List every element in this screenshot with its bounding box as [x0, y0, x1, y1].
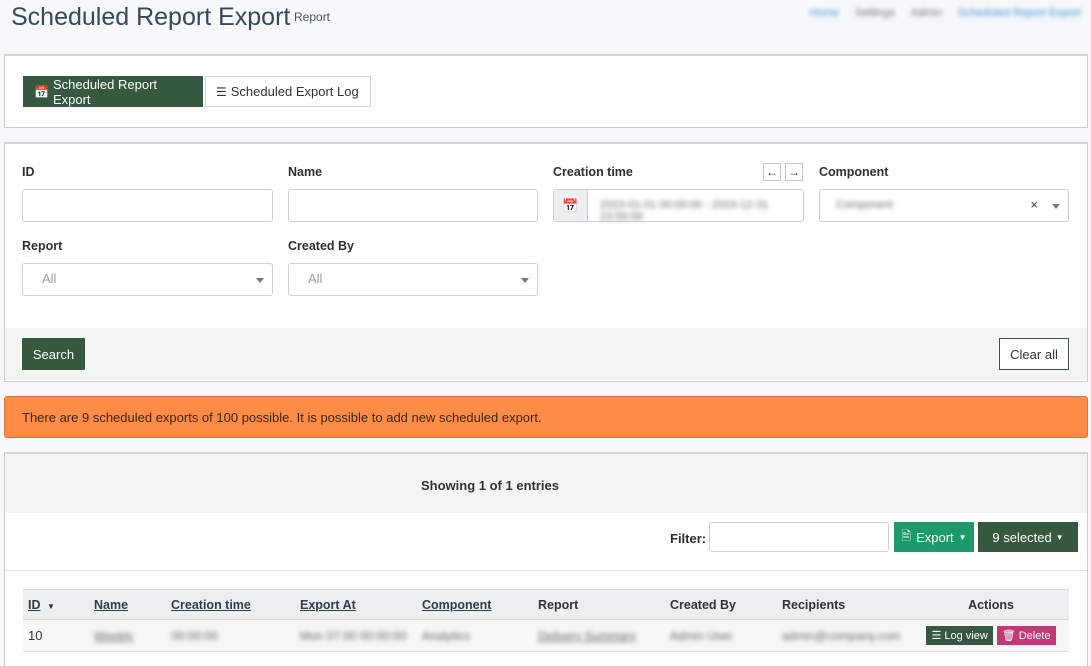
scheduled-exports-alert: There are 9 scheduled exports of 100 pos… [4, 396, 1088, 438]
arrow-left-icon[interactable]: ← [763, 163, 781, 181]
created-by-select[interactable]: All [288, 263, 538, 296]
tab-scheduled-export-log[interactable]: ☰ Scheduled Export Log [205, 76, 371, 107]
search-form-panel: ID Name Creation time 📅 2023-01-01 00:00… [4, 142, 1088, 382]
cell-report[interactable]: Delivery Summary [533, 619, 665, 652]
breadcrumb-item[interactable]: Admin [911, 7, 942, 19]
name-input[interactable] [288, 189, 538, 222]
list-icon: ☰ [931, 630, 942, 642]
report-select-value: All [42, 271, 57, 286]
results-panel: Showing 1 of 1 entries Filter: 🗎 Export … [4, 452, 1088, 666]
selected-columns-button[interactable]: 9 selected ▼ [978, 522, 1078, 552]
chevron-down-icon [256, 278, 264, 283]
filter-input[interactable] [709, 522, 889, 552]
created-by-label: Created By [288, 239, 354, 253]
column-header-creation-time[interactable]: Creation time [166, 589, 295, 620]
table-row: 10 Weekly 00:00:00 Mon 07:00 00:00:00 An… [23, 619, 1069, 652]
component-select[interactable]: Component × [819, 189, 1069, 222]
file-excel-icon: 🗎 [901, 528, 912, 543]
column-header-name[interactable]: Name [89, 589, 166, 620]
selected-label: 9 selected [992, 529, 1052, 545]
trash-icon: 🗑 [1001, 630, 1016, 642]
export-label: Export [916, 529, 954, 545]
component-label: Component [819, 165, 889, 179]
filter-label: Filter: [670, 531, 707, 546]
column-header-id[interactable]: ID ▼ [23, 589, 89, 620]
info-bar: Showing 1 of 1 entries [5, 454, 1087, 513]
component-value: Component [836, 199, 893, 211]
calendar-icon: 📅 [34, 84, 49, 99]
column-header-actions: Actions [913, 589, 1069, 620]
tab-scheduled-report-export[interactable]: 📅 Scheduled Report Export [23, 76, 203, 107]
clear-icon[interactable]: × [1030, 197, 1038, 212]
cell-recipients: admin@company.com [777, 619, 913, 652]
calendar-icon[interactable]: 📅 [554, 190, 588, 221]
tab-label: Scheduled Export Log [230, 84, 359, 99]
column-header-recipients: Recipients [777, 589, 913, 620]
search-button[interactable]: Search [22, 338, 85, 370]
scheduled-exports-table: ID ▼ Name Creation time Export At Compon… [23, 589, 1069, 652]
id-input[interactable] [22, 189, 273, 222]
cell-name[interactable]: Weekly [89, 619, 166, 652]
page-header: Scheduled Report Export Report Home Sett… [0, 0, 1091, 40]
breadcrumb-item[interactable]: Settings [855, 7, 895, 19]
report-select[interactable]: All [22, 263, 273, 296]
divider [5, 570, 1087, 571]
chevron-down-icon [521, 278, 529, 283]
caret-down-icon: ▼ [958, 532, 967, 542]
cell-creation-time: 00:00:00 [166, 619, 295, 652]
cell-id: 10 [23, 619, 89, 652]
cell-created-by: Admin User [665, 619, 777, 652]
id-label: ID [22, 165, 35, 179]
cell-component: Analytics [417, 619, 533, 652]
tab-label: Scheduled Report Export [52, 76, 158, 107]
sort-desc-icon: ▼ [46, 601, 55, 611]
log-view-button[interactable]: ☰ Log view [926, 626, 993, 645]
cell-export-at: Mon 07:00 00:00:00 [295, 619, 417, 652]
created-by-select-value: All [308, 271, 323, 286]
column-header-created-by: Created By [665, 589, 777, 620]
breadcrumb: Home Settings Admin Scheduled Report Exp… [810, 7, 1081, 19]
chevron-down-icon [1052, 204, 1060, 209]
entries-info: Showing 1 of 1 entries [421, 478, 559, 493]
page-subtitle: Report [294, 10, 331, 24]
column-header-report: Report [533, 589, 665, 620]
creation-time-input[interactable]: 📅 2023-01-01 00:00:00 - 2023-12-31 23:59… [553, 189, 804, 223]
breadcrumb-home[interactable]: Home [810, 7, 839, 19]
clear-all-button[interactable]: Clear all [999, 338, 1069, 370]
creation-time-label: Creation time [553, 165, 633, 179]
report-label: Report [22, 239, 63, 253]
table-header-row: ID ▼ Name Creation time Export At Compon… [23, 589, 1069, 620]
form-footer: Search Clear all [5, 328, 1087, 380]
column-header-component[interactable]: Component [417, 589, 533, 620]
column-header-export-at[interactable]: Export At [295, 589, 417, 620]
caret-down-icon: ▼ [1055, 532, 1064, 542]
arrow-right-icon[interactable]: → [785, 163, 803, 181]
export-button[interactable]: 🗎 Export ▼ [894, 522, 974, 552]
page-title: Scheduled Report Export [11, 3, 291, 31]
list-icon: ☰ [216, 84, 227, 99]
breadcrumb-current: Scheduled Report Export [958, 7, 1081, 19]
tabs-panel: 📅 Scheduled Report Export ☰ Scheduled Ex… [4, 54, 1088, 128]
delete-button[interactable]: 🗑 Delete [996, 626, 1056, 645]
name-label: Name [288, 165, 323, 179]
creation-time-value: 2023-01-01 00:00:00 - 2023-12-31 23:59:5… [600, 199, 769, 223]
cell-actions: ☰ Log view 🗑 Delete [913, 619, 1069, 652]
